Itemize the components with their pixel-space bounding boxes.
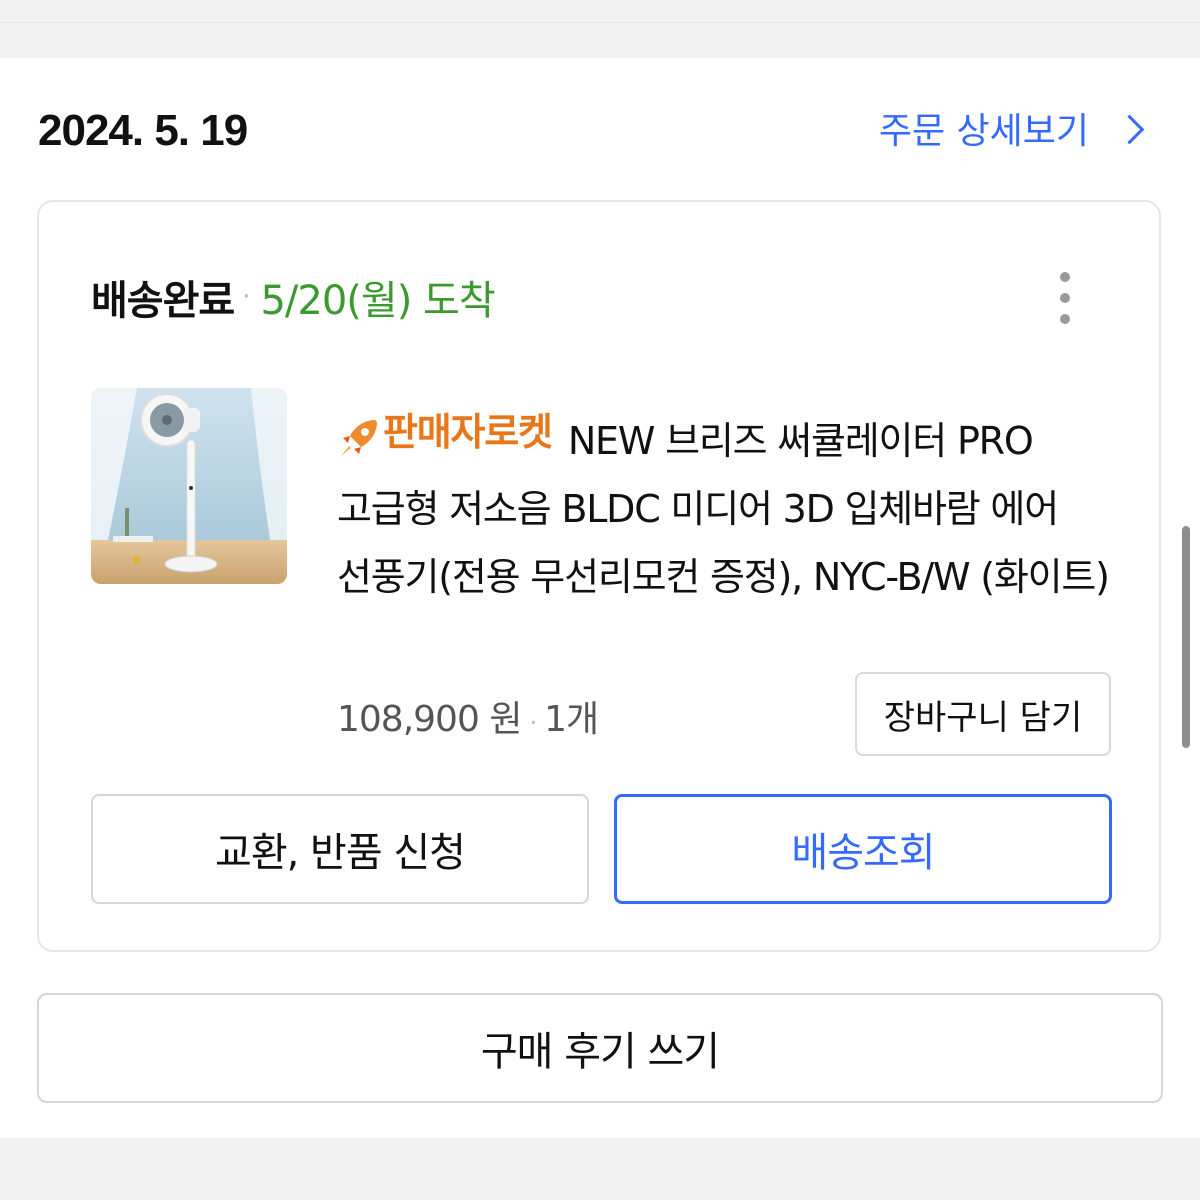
product-quantity: 1개 (544, 699, 599, 740)
delivery-status: 배송완료 (91, 278, 235, 324)
product-title-block[interactable]: 판매자로켓 NEW 브리즈 써큘레이터 PRO 고급형 저소음 BLDC 미디어… (337, 398, 1117, 611)
rocket-badge-label: 판매자로켓 (383, 410, 553, 454)
order-detail-link[interactable]: 주문 상세보기 (878, 102, 1145, 154)
top-divider (0, 22, 1200, 23)
arrival-date: 5/20(월) 도착 (260, 278, 495, 324)
order-detail-label: 주문 상세보기 (878, 111, 1089, 152)
top-separator-band (0, 0, 1200, 58)
more-options-icon[interactable] (1051, 272, 1079, 324)
product-thumbnail[interactable] (91, 388, 287, 584)
seller-rocket-badge: 판매자로켓 (337, 398, 553, 466)
rocket-icon (341, 420, 377, 456)
exchange-return-button[interactable]: 교환, 반품 신청 (91, 794, 589, 904)
write-review-button[interactable]: 구매 후기 쓰기 (37, 993, 1163, 1103)
price-separator: · (529, 709, 537, 737)
product-price: 108,900 원 (337, 699, 522, 740)
product-info: 판매자로켓 NEW 브리즈 써큘레이터 PRO 고급형 저소음 BLDC 미디어… (337, 398, 1117, 611)
fan-product-image (91, 388, 287, 584)
track-delivery-button[interactable]: 배송조회 (614, 794, 1112, 904)
delivery-status-row: 배송완료 · 5/20(월) 도착 (91, 268, 496, 326)
order-card: 배송완료 · 5/20(월) 도착 판매자로켓 NEW 브리즈 써큘레이터 PR… (37, 200, 1161, 952)
chevron-right-icon (1114, 114, 1145, 144)
price-row: 108,900 원 · 1개 (337, 690, 599, 742)
order-date: 2024. 5. 19 (38, 106, 248, 155)
vertical-scrollbar[interactable] (1182, 526, 1190, 748)
add-to-cart-button[interactable]: 장바구니 담기 (855, 672, 1111, 756)
bottom-separator-band (0, 1138, 1200, 1200)
status-separator: · (242, 282, 251, 312)
